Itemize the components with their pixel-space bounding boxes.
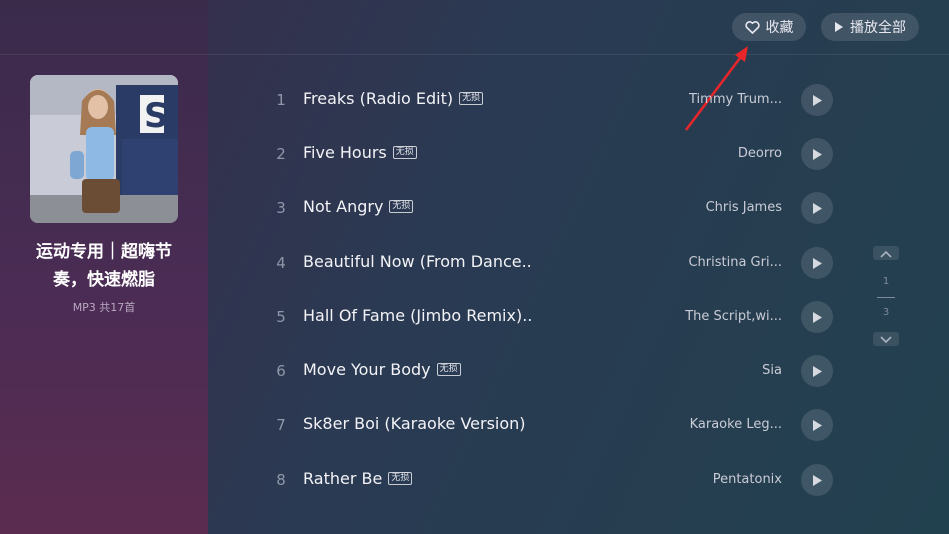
heart-icon	[744, 20, 760, 34]
track-play-button[interactable]	[801, 192, 833, 224]
track-artist: Timmy Trum...	[689, 92, 782, 107]
header-divider	[0, 54, 949, 55]
track-play-button[interactable]	[801, 409, 833, 441]
page-up-button[interactable]	[873, 246, 899, 260]
play-icon	[812, 257, 822, 269]
track-row[interactable]: 2 Five Hours 无损 Deorro	[266, 135, 846, 175]
playlist-cover[interactable]: S	[30, 75, 178, 223]
cover-image: S	[30, 75, 178, 223]
track-number: 6	[276, 362, 286, 380]
lossless-badge: 无损	[389, 200, 414, 213]
track-title: Rather Be	[303, 469, 383, 488]
track-play-button[interactable]	[801, 138, 833, 170]
track-title: Sk8er Boi (Karaoke Version)	[303, 414, 526, 433]
lossless-badge: 无损	[459, 92, 484, 105]
track-title: Move Your Body	[303, 360, 431, 379]
lossless-badge: 无损	[392, 146, 417, 159]
track-artist: Sia	[762, 363, 782, 378]
chevron-down-icon	[880, 336, 892, 344]
track-title: Freaks (Radio Edit)	[303, 89, 454, 108]
track-play-button[interactable]	[801, 84, 833, 116]
track-row[interactable]: 4 Beautiful Now (From Dance.. Christina …	[266, 244, 846, 284]
track-artist: Pentatonix	[712, 472, 782, 487]
page-current: 1	[882, 276, 890, 287]
track-artist: Chris James	[705, 200, 782, 215]
track-row[interactable]: 5 Hall Of Fame (Jimbo Remix).. The Scrip…	[266, 298, 846, 338]
playlist-meta: MP3 共17首	[72, 301, 136, 314]
play-all-button[interactable]: 播放全部	[821, 13, 919, 41]
play-icon	[812, 474, 822, 486]
track-row[interactable]: 3 Not Angry 无损 Chris James	[266, 189, 846, 229]
lossless-badge: 无损	[436, 363, 461, 376]
track-title: Beautiful Now (From Dance..	[303, 252, 532, 271]
track-play-button[interactable]	[801, 355, 833, 387]
svg-text:S: S	[144, 96, 169, 136]
favorite-label: 收藏	[765, 20, 794, 36]
chevron-up-icon	[880, 250, 892, 258]
play-icon	[812, 148, 822, 160]
track-play-button[interactable]	[801, 247, 833, 279]
lossless-badge: 无损	[388, 472, 413, 485]
track-play-button[interactable]	[801, 301, 833, 333]
track-number: 4	[276, 254, 286, 272]
track-title: Hall Of Fame (Jimbo Remix)..	[303, 306, 533, 325]
playlist-title: 运动专用｜超嗨节奏，快速燃脂	[36, 242, 172, 290]
track-number: 1	[276, 91, 286, 109]
page-down-button[interactable]	[873, 332, 899, 346]
page-total: 3	[882, 307, 890, 318]
pager: 1 3	[870, 246, 902, 366]
track-number: 5	[276, 308, 286, 326]
track-number: 7	[276, 416, 286, 434]
play-all-label: 播放全部	[850, 20, 906, 36]
track-artist: Christina Gri...	[688, 255, 782, 270]
track-artist: Karaoke Leg...	[689, 417, 782, 432]
track-number: 2	[276, 145, 286, 163]
track-title: Five Hours	[303, 143, 387, 162]
track-artist: The Script,wi...	[685, 309, 782, 324]
play-icon	[812, 94, 822, 106]
track-row[interactable]: 7 Sk8er Boi (Karaoke Version) Karaoke Le…	[266, 406, 846, 446]
play-icon	[812, 419, 822, 431]
track-artist: Deorro	[737, 146, 782, 161]
play-icon	[834, 21, 844, 33]
track-row[interactable]: 1 Freaks (Radio Edit) 无损 Timmy Trum...	[266, 81, 846, 121]
track-row[interactable]: 8 Rather Be 无损 Pentatonix	[266, 461, 846, 501]
track-number: 8	[276, 471, 286, 489]
track-title: Not Angry	[303, 197, 384, 216]
track-row[interactable]: 6 Move Your Body 无损 Sia	[266, 352, 846, 392]
track-play-button[interactable]	[801, 464, 833, 496]
play-icon	[812, 311, 822, 323]
page-divider	[877, 297, 895, 298]
track-number: 3	[276, 199, 286, 217]
favorite-button[interactable]: 收藏	[732, 13, 806, 41]
play-icon	[812, 202, 822, 214]
play-icon	[812, 365, 822, 377]
